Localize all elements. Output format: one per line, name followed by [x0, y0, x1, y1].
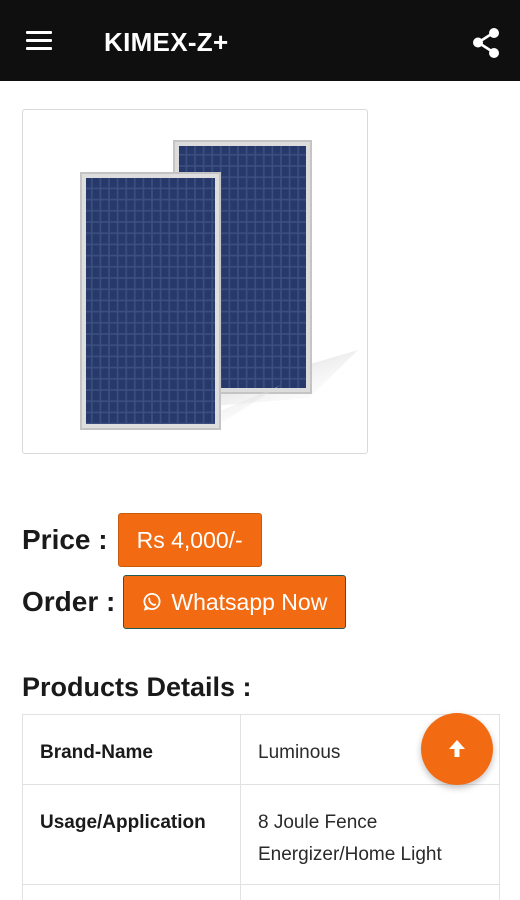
- whatsapp-now-button[interactable]: Whatsapp Now: [123, 575, 347, 629]
- whatsapp-now-label: Whatsapp Now: [171, 588, 328, 615]
- price-label: Price :: [22, 524, 108, 555]
- solar-panels-image: [80, 140, 358, 430]
- app-title: KIMEX-Z+: [104, 27, 229, 57]
- scroll-to-top-button[interactable]: [421, 713, 493, 785]
- detail-key: [22, 884, 241, 900]
- order-label: Order :: [22, 586, 116, 617]
- detail-value: [240, 884, 500, 900]
- products-details-title: Products Details :: [22, 672, 252, 702]
- detail-key: Usage/Application: [22, 784, 241, 885]
- price-row: Price : Rs 4,000/-: [22, 513, 262, 567]
- table-row: [22, 884, 500, 900]
- table-row: Usage/Application 8 Joule Fence Energize…: [22, 784, 500, 885]
- order-row: Order : Whatsapp Now: [22, 575, 347, 629]
- detail-value: 8 Joule Fence Energizer/Home Light: [240, 784, 500, 885]
- app-bar: KIMEX-Z+: [0, 0, 520, 81]
- whatsapp-icon: [143, 593, 161, 611]
- price-badge: Rs 4,000/-: [117, 513, 262, 567]
- arrow-up-icon: [449, 740, 465, 757]
- detail-key: Brand-Name: [22, 714, 241, 785]
- menu-icon[interactable]: [24, 28, 56, 54]
- product-image-card: [22, 109, 368, 454]
- share-icon[interactable]: [470, 26, 504, 60]
